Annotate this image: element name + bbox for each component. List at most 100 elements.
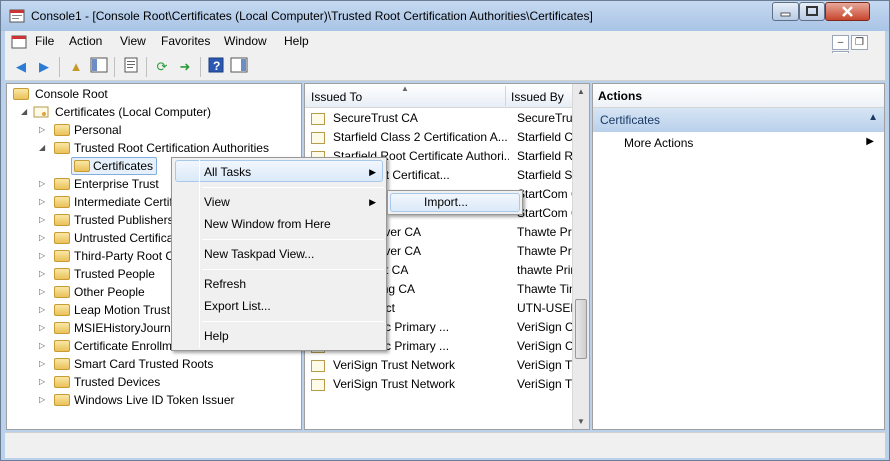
certificate-icon bbox=[311, 113, 325, 125]
expand-arrow-icon[interactable]: ▷ bbox=[39, 283, 49, 301]
expand-arrow-icon[interactable]: ▷ bbox=[39, 211, 49, 229]
folder-icon bbox=[54, 178, 70, 190]
collapse-arrow-icon[interactable]: ◢ bbox=[21, 103, 31, 121]
expand-arrow-icon[interactable]: ▷ bbox=[39, 229, 49, 247]
expand-arrow-icon[interactable]: ▷ bbox=[39, 319, 49, 337]
table-row[interactable]: Starfield Class 2 Certification A... Star… bbox=[309, 128, 579, 147]
tree-label: Intermediate Certif bbox=[74, 195, 173, 209]
cell-issued-by: Thawte Pre bbox=[517, 225, 579, 239]
tree-label: Certificates (Local Computer) bbox=[55, 105, 212, 119]
folder-icon bbox=[54, 394, 70, 406]
cell-issued-to: VeriSign Trust Network bbox=[333, 377, 456, 391]
expand-arrow-icon[interactable]: ▷ bbox=[39, 391, 49, 409]
tree-label: Other People bbox=[74, 285, 145, 299]
table-row[interactable]: VeriSign Trust Network VeriSign Tr bbox=[309, 375, 579, 394]
collapse-arrow-icon[interactable]: ◢ bbox=[39, 139, 49, 157]
maximize-button[interactable] bbox=[799, 2, 825, 21]
up-folder-icon[interactable]: ▲ bbox=[66, 57, 86, 77]
column-divider[interactable] bbox=[505, 86, 506, 106]
submenu-import[interactable]: Import... bbox=[424, 195, 468, 209]
folder-icon bbox=[13, 88, 29, 100]
menu-file[interactable]: File bbox=[35, 34, 54, 48]
expand-arrow-icon[interactable]: ▷ bbox=[39, 355, 49, 373]
column-issued-by[interactable]: Issued By bbox=[511, 90, 564, 104]
cell-issued-by: Thawte Pre bbox=[517, 244, 579, 258]
ctx-view[interactable]: View bbox=[204, 195, 230, 209]
folder-icon bbox=[54, 268, 70, 280]
refresh-icon[interactable]: ⟳ bbox=[152, 57, 172, 77]
scroll-down-icon[interactable]: ▼ bbox=[577, 417, 585, 426]
cell-issued-by: UTN-USER bbox=[517, 301, 579, 315]
show-hide-tree-icon[interactable] bbox=[89, 57, 109, 77]
table-row[interactable]: SecureTrust CA SecureTrus bbox=[309, 109, 579, 128]
forward-arrow-icon[interactable]: ▶ bbox=[34, 57, 54, 77]
ctx-all-tasks[interactable]: All Tasks bbox=[204, 165, 251, 179]
ctx-refresh[interactable]: Refresh bbox=[204, 277, 246, 291]
mdi-restore-icon[interactable]: ❐ bbox=[851, 35, 868, 50]
tree-label: Trusted Root Certification Authorities bbox=[74, 141, 269, 155]
ctx-export-list[interactable]: Export List... bbox=[204, 299, 271, 313]
menu-favorites[interactable]: Favorites bbox=[161, 34, 210, 48]
menu-help[interactable]: Help bbox=[284, 34, 309, 48]
more-actions-link[interactable]: More Actions bbox=[624, 136, 693, 150]
folder-icon bbox=[54, 340, 70, 352]
window-title: Console1 - [Console Root\Certificates (L… bbox=[31, 9, 593, 23]
menu-view[interactable]: View bbox=[120, 34, 146, 48]
ctx-new-taskpad[interactable]: New Taskpad View... bbox=[204, 247, 314, 261]
cell-issued-to: Starfield Class 2 Certification A... bbox=[333, 130, 508, 144]
tree-item-certificates-selected[interactable]: Certificates bbox=[71, 157, 157, 175]
expand-arrow-icon[interactable]: ▷ bbox=[39, 193, 49, 211]
toolbar-separator bbox=[114, 57, 115, 77]
folder-open-icon bbox=[74, 160, 90, 172]
folder-icon bbox=[54, 358, 70, 370]
properties-icon[interactable] bbox=[121, 57, 141, 77]
tree-label: Windows Live ID Token Issuer bbox=[74, 393, 235, 407]
cell-issued-by: VeriSign Cl bbox=[517, 339, 577, 353]
expand-arrow-icon[interactable]: ▷ bbox=[39, 301, 49, 319]
expand-arrow-icon[interactable]: ▷ bbox=[39, 247, 49, 265]
actions-section-certificates[interactable]: Certificates ▲ bbox=[593, 108, 884, 132]
cell-issued-by: VeriSign Cl bbox=[517, 320, 577, 334]
collapse-up-icon[interactable]: ▲ bbox=[868, 112, 878, 123]
back-arrow-icon[interactable]: ◀ bbox=[11, 57, 31, 77]
expand-arrow-icon[interactable]: ▷ bbox=[39, 373, 49, 391]
menu-window[interactable]: Window bbox=[224, 34, 267, 48]
scroll-thumb[interactable] bbox=[575, 299, 587, 359]
table-row[interactable]: VeriSign Trust Network VeriSign Tr bbox=[309, 356, 579, 375]
toolbar-separator bbox=[59, 57, 60, 77]
console-icon[interactable] bbox=[11, 34, 27, 50]
mdi-minimize-icon[interactable]: – bbox=[832, 35, 849, 50]
cell-issued-by: Starfield Se bbox=[517, 168, 579, 182]
status-bar bbox=[5, 432, 885, 458]
tree-label: Trusted People bbox=[74, 267, 155, 281]
scroll-up-icon[interactable]: ▲ bbox=[577, 87, 585, 96]
toolbar-separator bbox=[200, 57, 201, 77]
list-header: ▲ Issued To Issued By bbox=[305, 84, 575, 108]
close-button[interactable] bbox=[825, 2, 870, 21]
certificate-icon bbox=[311, 360, 325, 372]
cell-issued-by: StartCom C bbox=[517, 187, 579, 201]
title-bar[interactable]: Console1 - [Console Root\Certificates (L… bbox=[1, 1, 889, 31]
sort-ascending-icon: ▲ bbox=[401, 84, 409, 93]
expand-arrow-icon[interactable]: ▷ bbox=[39, 337, 49, 355]
expand-arrow-icon[interactable]: ▷ bbox=[39, 265, 49, 283]
certificate-store-icon bbox=[33, 106, 49, 118]
export-icon[interactable]: ➜ bbox=[175, 57, 195, 77]
column-issued-to[interactable]: Issued To bbox=[311, 90, 362, 104]
expand-arrow-icon[interactable]: ▷ bbox=[39, 175, 49, 193]
submenu-arrow-icon: ▶ bbox=[369, 167, 376, 177]
vertical-scrollbar[interactable]: ▲ ▼ bbox=[572, 84, 589, 429]
help-icon[interactable]: ? bbox=[206, 57, 226, 77]
ctx-new-window[interactable]: New Window from Here bbox=[204, 217, 331, 231]
show-hide-action-pane-icon[interactable] bbox=[229, 57, 249, 77]
minimize-button[interactable] bbox=[772, 2, 799, 21]
all-tasks-submenu: Import... bbox=[387, 190, 523, 215]
expand-arrow-icon[interactable]: ▷ bbox=[39, 121, 49, 139]
cell-issued-by: SecureTrus bbox=[517, 111, 579, 125]
menu-action[interactable]: Action bbox=[69, 34, 102, 48]
ctx-help[interactable]: Help bbox=[204, 329, 229, 343]
folder-icon bbox=[54, 322, 70, 334]
actions-title: Actions bbox=[593, 84, 884, 108]
tree-label: Trusted Devices bbox=[74, 375, 161, 389]
tree-label: Personal bbox=[74, 123, 122, 137]
